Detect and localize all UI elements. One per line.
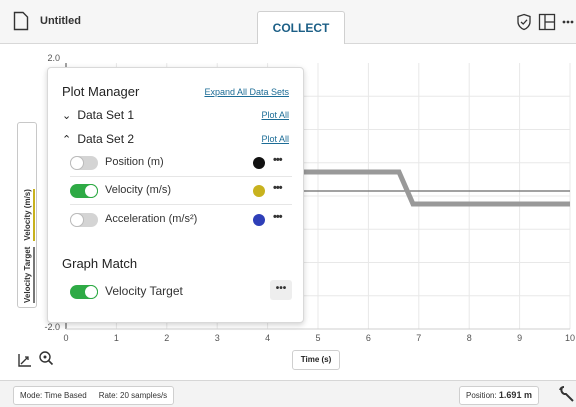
velocity-more-icon[interactable]: ••• [273,182,283,194]
wrench-icon[interactable] [556,384,576,406]
position-label: Position (m) [105,156,164,168]
acceleration-more-icon[interactable]: ••• [273,211,283,223]
document-title[interactable]: Untitled [40,15,81,27]
status-bar: Mode: Time Based Rate: 20 samples/s Posit… [0,380,576,407]
top-bar: Untitled COLLECT [0,0,576,44]
series-row-position: Position (m) ••• [70,149,292,177]
velocity-toggle[interactable] [70,184,98,198]
velocity-color-swatch[interactable] [253,185,265,197]
more-icon[interactable] [562,13,574,31]
x-tick-label: 4 [265,333,270,343]
x-tick-label: 6 [366,333,371,343]
data-set-2-plot-all-link[interactable]: Plot All [261,134,289,144]
x-tick-label: 7 [416,333,421,343]
expand-all-data-sets-link[interactable]: Expand All Data Sets [204,87,289,97]
x-tick-label: 0 [63,333,68,343]
graph-match-title: Graph Match [62,256,138,271]
acceleration-color-swatch[interactable] [253,214,265,226]
velocity-target-line[interactable] [304,169,570,207]
rate-text: Rate: 20 samples/s [98,391,168,400]
data-set-2-row[interactable]: ⌃ Data Set 2 [62,132,134,146]
collect-button[interactable]: COLLECT [257,11,345,44]
legend-velocity[interactable]: Velocity (m/s) [23,189,35,241]
y-min-label: -2.0 [44,322,60,332]
legend-velocity-target[interactable]: Velocity Target [23,246,35,303]
plot-manager-title: Plot Manager [62,84,140,99]
x-tick-label: 3 [215,333,220,343]
x-tick-label: 5 [315,333,320,343]
acceleration-label: Acceleration (m/s²) [105,213,198,225]
velocity-target-label: Velocity Target [105,284,183,298]
position-value: 1.691 m [498,390,532,400]
position-color-swatch[interactable] [253,157,265,169]
x-tick-label: 8 [467,333,472,343]
mode-text: Mode: Time Based [20,391,87,400]
y-axis-legend[interactable]: Velocity Target Velocity (m/s) [17,122,37,308]
mode-rate-button[interactable]: Mode: Time Based Rate: 20 samples/s [13,386,175,405]
position-more-icon[interactable]: ••• [273,154,283,166]
position-meter[interactable]: Position: 1.691 m [459,386,539,405]
x-tick-label: 1 [114,333,119,343]
layout-grid-icon[interactable] [538,13,556,31]
plot-manager-panel: Plot Manager Expand All Data Sets ⌄ Data… [47,67,304,323]
x-tick-label: 2 [164,333,169,343]
chevron-down-icon[interactable]: ⌄ [62,109,74,122]
velocity-target-toggle[interactable] [70,285,98,299]
data-set-2-label: Data Set 2 [77,132,135,146]
x-tick-label: 10 [565,333,575,343]
velocity-target-more-button[interactable]: ••• [270,280,292,300]
acceleration-toggle[interactable] [70,213,98,227]
series-row-velocity: Velocity (m/s) ••• [70,177,292,205]
zoom-icon[interactable] [38,350,54,366]
axis-scale-icon[interactable] [17,352,33,368]
shield-check-icon[interactable] [516,13,532,31]
chevron-up-icon[interactable]: ⌃ [62,133,74,146]
data-set-1-row[interactable]: ⌄ Data Set 1 [62,108,134,122]
series-row-acceleration: Acceleration (m/s²) ••• [70,206,292,234]
data-set-1-label: Data Set 1 [77,108,135,122]
velocity-label: Velocity (m/s) [105,184,172,196]
y-max-label: 2.0 [47,53,60,63]
position-label: Position: [466,391,497,400]
position-toggle[interactable] [70,156,98,170]
x-tick-label: 9 [517,333,522,343]
graph-match-row: Velocity Target ••• [70,278,292,306]
data-set-1-plot-all-link[interactable]: Plot All [261,110,289,120]
file-icon[interactable] [13,11,29,31]
x-axis-title[interactable]: Time (s) [292,350,340,370]
